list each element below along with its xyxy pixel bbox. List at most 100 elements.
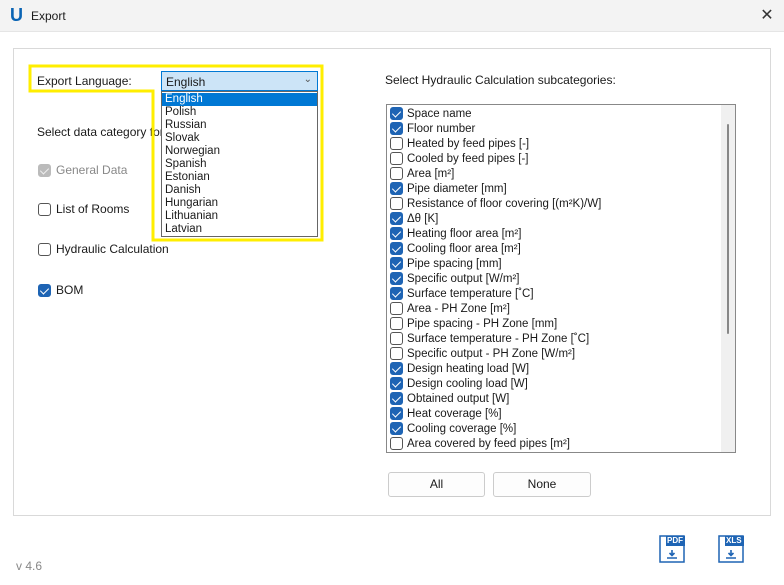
checkbox[interactable] <box>390 332 403 345</box>
checkbox[interactable] <box>38 242 51 256</box>
checkbox[interactable] <box>390 227 403 240</box>
checkbox[interactable] <box>390 362 403 375</box>
language-option[interactable]: Lithuanian <box>162 210 317 223</box>
checkbox[interactable] <box>390 182 403 195</box>
subcategory-item[interactable]: Cooled by feed pipes [-] <box>387 151 735 166</box>
language-option[interactable]: Polish <box>162 106 317 119</box>
checkbox[interactable] <box>390 197 403 210</box>
export-language-select[interactable]: English ⌄ <box>161 71 318 91</box>
export-xls-button[interactable]: XLS <box>718 535 745 563</box>
subcategory-item[interactable]: Obtained output [W] <box>387 391 735 406</box>
subcategory-item[interactable]: Floor number <box>387 121 735 136</box>
checkbox[interactable] <box>390 257 403 270</box>
subcategory-label: Specific output [W/m²] <box>407 272 520 285</box>
checkbox[interactable] <box>390 272 403 285</box>
subcategory-item[interactable]: Area [m²] <box>387 166 735 181</box>
subcategory-label: Surface temperature - PH Zone [˚C] <box>407 332 590 345</box>
subcategory-item[interactable]: Space name <box>387 106 735 121</box>
subcategory-label: Design cooling load [W] <box>407 377 528 390</box>
subcategory-label: Pipe spacing - PH Zone [mm] <box>407 317 558 330</box>
checkbox[interactable] <box>390 392 403 405</box>
checkbox[interactable] <box>390 422 403 435</box>
subcategory-label: Area - PH Zone [m²] <box>407 302 510 315</box>
checkbox[interactable] <box>390 407 403 420</box>
checkbox[interactable] <box>390 122 403 135</box>
language-option[interactable]: Slovak <box>162 132 317 145</box>
category-checkbox[interactable]: List of Rooms <box>38 202 129 216</box>
checkbox[interactable] <box>38 283 51 297</box>
subcategory-item[interactable]: Specific output [W/m²] <box>387 271 735 286</box>
checkbox[interactable] <box>390 107 403 120</box>
language-option[interactable]: Russian <box>162 119 317 132</box>
subcategory-label: Heating floor area [m²] <box>407 227 522 240</box>
close-button[interactable]: ✕ <box>756 5 778 27</box>
subcategory-item[interactable]: Area - PH Zone [m²] <box>387 301 735 316</box>
subcategory-label: Obtained output [W] <box>407 392 510 405</box>
subcategory-item[interactable]: Design cooling load [W] <box>387 376 735 391</box>
subcategory-item[interactable]: Area covered by feed pipes [m²] <box>387 436 735 451</box>
subcategory-item[interactable]: Surface temperature [˚C] <box>387 286 735 301</box>
language-option[interactable]: Danish <box>162 184 317 197</box>
window-title: Export <box>31 9 66 23</box>
hydraulic-subcategory-list: Space name Floor number Heated by feed pip… <box>386 104 736 453</box>
app-logo: U <box>10 5 23 25</box>
category-label: BOM <box>56 283 84 297</box>
subcategory-label: Δθ [K] <box>407 212 439 225</box>
checkbox[interactable] <box>390 302 403 315</box>
export-language-label: Export Language: <box>37 74 132 88</box>
subcategory-label: Cooling coverage [%] <box>407 422 517 435</box>
category-label: General Data <box>56 163 128 177</box>
checkbox[interactable] <box>390 287 403 300</box>
subcategory-item[interactable]: Δθ [K] <box>387 211 735 226</box>
subcategory-item[interactable]: Heating floor area [m²] <box>387 226 735 241</box>
subcategory-label: Pipe spacing [mm] <box>407 257 502 270</box>
category-label: List of Rooms <box>56 202 130 216</box>
subcategory-item[interactable]: Resistance of floor covering [(m²K)/W] <box>387 196 735 211</box>
checkbox[interactable] <box>390 212 403 225</box>
none-button[interactable]: None <box>493 472 591 497</box>
subcategory-item[interactable]: Cooling coverage [%] <box>387 421 735 436</box>
subcategory-item[interactable]: Pipe diameter [mm] <box>387 181 735 196</box>
hydraulic-label: Select Hydraulic Calculation subcategori… <box>385 73 616 87</box>
subcategory-label: Cooled by feed pipes [-] <box>407 152 529 165</box>
title-bar: U Export ✕ <box>0 0 784 32</box>
subcategory-item[interactable]: Pipe spacing - PH Zone [mm] <box>387 316 735 331</box>
checkbox[interactable] <box>390 167 403 180</box>
subcategory-item[interactable]: Design heating load [W] <box>387 361 735 376</box>
all-button[interactable]: All <box>388 472 485 497</box>
subcategory-item[interactable]: Heat coverage [%] <box>387 406 735 421</box>
checkbox[interactable] <box>390 137 403 150</box>
xls-label: XLS <box>726 536 742 545</box>
scrollbar-thumb[interactable] <box>727 124 729 334</box>
language-option[interactable]: Hungarian <box>162 197 317 210</box>
chevron-down-icon: ⌄ <box>303 74 312 85</box>
category-checkbox[interactable]: Hydraulic Calculation <box>38 242 169 256</box>
subcategory-item[interactable]: Surface temperature - PH Zone [˚C] <box>387 331 735 346</box>
checkbox[interactable] <box>38 163 51 177</box>
subcategory-item[interactable]: Specific output - PH Zone [W/m²] <box>387 346 735 361</box>
checkbox[interactable] <box>38 202 51 216</box>
checkbox[interactable] <box>390 377 403 390</box>
scrollbar[interactable] <box>721 105 735 452</box>
subcategory-label: Surface temperature [˚C] <box>407 287 534 300</box>
subcategory-label: Area covered by feed pipes [m²] <box>407 437 570 450</box>
subcategory-item[interactable]: Pipe spacing [mm] <box>387 256 735 271</box>
language-option[interactable]: Latvian <box>162 223 317 236</box>
category-checkbox[interactable]: General Data <box>38 163 127 177</box>
subcategory-label: Floor number <box>407 122 476 135</box>
category-label: Select data category for e <box>37 125 174 139</box>
export-pdf-button[interactable]: PDF <box>659 535 686 563</box>
checkbox[interactable] <box>390 242 403 255</box>
language-option[interactable]: Spanish <box>162 158 317 171</box>
checkbox[interactable] <box>390 152 403 165</box>
subcategory-item[interactable]: Cooling floor area [m²] <box>387 241 735 256</box>
checkbox[interactable] <box>390 347 403 360</box>
subcategory-item[interactable]: Heated by feed pipes [-] <box>387 136 735 151</box>
checkbox[interactable] <box>390 317 403 330</box>
subcategory-label: Heated by feed pipes [-] <box>407 137 530 150</box>
language-option[interactable]: Estonian <box>162 171 317 184</box>
checkbox[interactable] <box>390 437 403 450</box>
language-option[interactable]: English <box>162 93 317 106</box>
language-option[interactable]: Norwegian <box>162 145 317 158</box>
category-checkbox[interactable]: BOM <box>38 283 83 297</box>
